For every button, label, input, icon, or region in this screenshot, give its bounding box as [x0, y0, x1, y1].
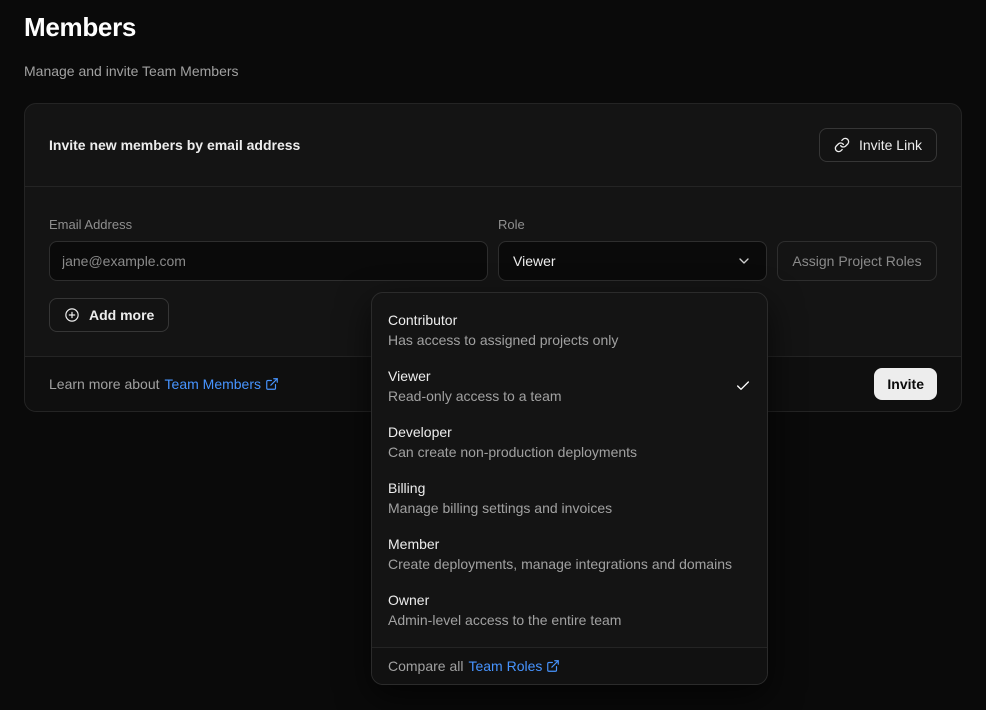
team-members-link[interactable]: Team Members — [165, 376, 279, 392]
invite-link-button[interactable]: Invite Link — [819, 128, 937, 162]
chevron-down-icon — [736, 253, 752, 269]
role-option-name: Contributor — [388, 310, 751, 330]
plus-circle-icon — [64, 307, 80, 323]
role-option-contributor[interactable]: Contributor Has access to assigned proje… — [372, 302, 767, 358]
learn-more-text: Learn more about Team Members — [49, 376, 279, 392]
team-roles-link[interactable]: Team Roles — [468, 658, 560, 674]
role-option-description: Manage billing settings and invoices — [388, 498, 751, 518]
role-option-billing[interactable]: Billing Manage billing settings and invo… — [372, 470, 767, 526]
role-option-description: Has access to assigned projects only — [388, 330, 751, 350]
compare-all-text: Compare all — [388, 658, 463, 674]
role-option-name: Member — [388, 534, 751, 554]
role-label: Role — [498, 217, 767, 232]
role-option-name: Developer — [388, 422, 751, 442]
check-icon — [735, 378, 751, 394]
page-subtitle: Manage and invite Team Members — [24, 63, 239, 79]
external-link-icon — [265, 377, 279, 391]
add-more-button-label: Add more — [89, 307, 154, 323]
email-field[interactable] — [49, 241, 488, 281]
learn-more-prefix: Learn more about — [49, 376, 160, 392]
role-dropdown-footer: Compare all Team Roles — [372, 647, 767, 684]
role-dropdown-menu: Contributor Has access to assigned proje… — [371, 292, 768, 685]
role-option-description: Admin-level access to the entire team — [388, 610, 751, 630]
role-option-description: Create deployments, manage integrations … — [388, 554, 751, 574]
page-title: Members — [24, 12, 136, 43]
invite-button[interactable]: Invite — [874, 368, 937, 400]
team-members-link-label: Team Members — [165, 376, 261, 392]
role-select-value: Viewer — [513, 253, 556, 269]
role-option-name: Viewer — [388, 366, 751, 386]
role-option-description: Read-only access to a team — [388, 386, 751, 406]
link-icon — [834, 137, 850, 153]
assign-project-roles-button[interactable]: Assign Project Roles — [777, 241, 937, 281]
role-option-name: Billing — [388, 478, 751, 498]
role-option-viewer[interactable]: Viewer Read-only access to a team — [372, 358, 767, 414]
role-option-owner[interactable]: Owner Admin-level access to the entire t… — [372, 582, 767, 638]
role-select[interactable]: Viewer — [498, 241, 767, 281]
email-label: Email Address — [49, 217, 488, 232]
invite-link-button-label: Invite Link — [859, 137, 922, 153]
role-option-member[interactable]: Member Create deployments, manage integr… — [372, 526, 767, 582]
role-option-description: Can create non-production deployments — [388, 442, 751, 462]
invite-card-header: Invite new members by email address Invi… — [25, 104, 961, 187]
add-more-button[interactable]: Add more — [49, 298, 169, 332]
role-dropdown-list: Contributor Has access to assigned proje… — [372, 293, 767, 647]
invite-card-heading: Invite new members by email address — [49, 137, 300, 153]
external-link-icon — [546, 659, 560, 673]
team-roles-link-label: Team Roles — [468, 658, 542, 674]
role-option-name: Owner — [388, 590, 751, 610]
role-option-developer[interactable]: Developer Can create non-production depl… — [372, 414, 767, 470]
